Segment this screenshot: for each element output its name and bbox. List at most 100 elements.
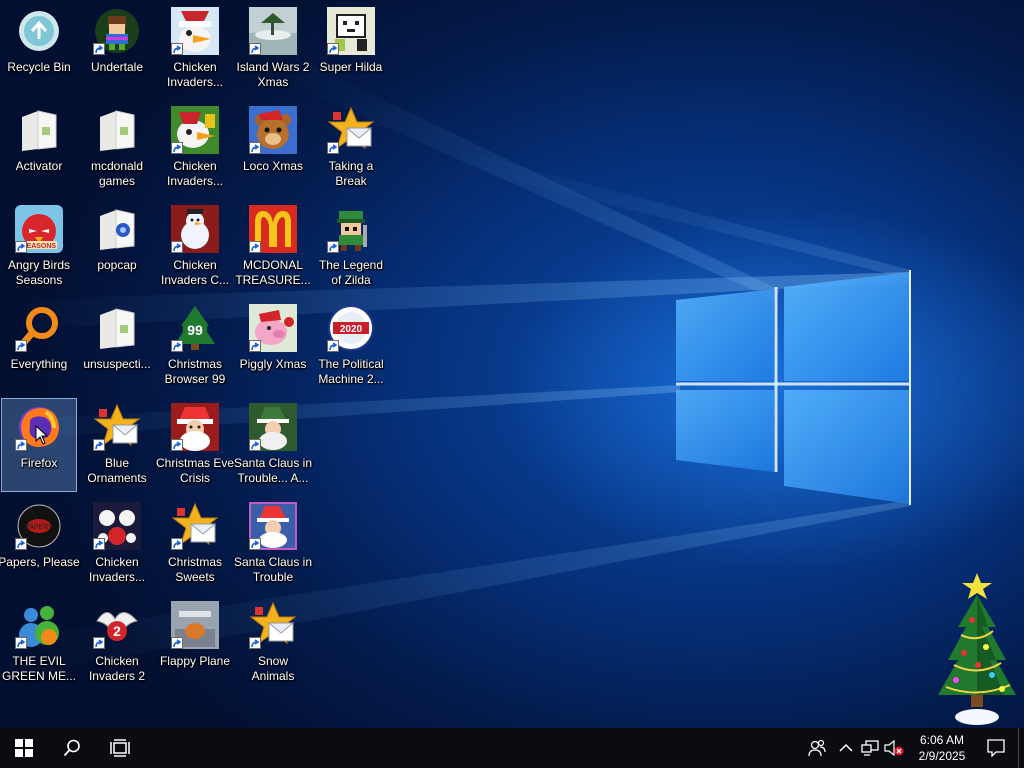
desktop-icon-evil-green-me[interactable]: THE EVIL GREEN ME... <box>1 596 77 690</box>
shortcut-arrow-icon <box>171 538 183 550</box>
shortcut-arrow-icon <box>93 43 105 55</box>
desktop-icon-label: Undertale <box>90 60 144 74</box>
svg-text:99: 99 <box>187 322 203 338</box>
desktop-icon-label: MCDONAL TREASURE... <box>235 258 311 287</box>
desktop-icon-christmas-browser-99[interactable]: 99 Christmas Browser 99 <box>157 299 233 393</box>
shortcut-arrow-icon <box>249 241 261 253</box>
desktop-icon-chicken-invaders-1[interactable]: Chicken Invaders... <box>157 2 233 96</box>
desktop-icon-label: mcdonald games <box>90 159 144 188</box>
pig-icon <box>249 304 297 352</box>
desktop-icon-label: Papers, Please <box>0 555 80 569</box>
desktop-icon-label: Firefox <box>20 456 58 470</box>
desktop-icon-santa-claus-trouble[interactable]: Santa Claus in Trouble <box>234 497 312 591</box>
folderblue-icon <box>93 205 141 253</box>
desktop-icon-everything[interactable]: Everything <box>1 299 77 393</box>
desktop-icon-christmas-eve-crisis[interactable]: Christmas Eve Crisis <box>156 398 234 492</box>
start-button[interactable] <box>0 728 48 768</box>
desktop-icon-papers-please[interactable]: PAPERS Papers, Please <box>0 497 80 591</box>
recycle-icon <box>15 7 63 55</box>
desktop-icon-area: Recycle Bin Undertale Chicken Invaders... I… <box>0 0 1024 728</box>
desktop-icon-blue-ornaments[interactable]: Blue Ornaments <box>79 398 155 492</box>
desktop-icon-political-machine[interactable]: 2020 The Political Machine 2... <box>313 299 389 393</box>
desktop-icon-unsuspecti[interactable]: unsuspecti... <box>79 299 155 393</box>
shortcut-arrow-icon <box>15 637 27 649</box>
desktop-icon-loco-xmas[interactable]: Loco Xmas <box>235 101 311 195</box>
show-hidden-icons-button[interactable] <box>834 728 858 768</box>
clock[interactable]: 6:06 AM 2/9/2025 <box>912 728 972 768</box>
desktop-icon-activator[interactable]: Activator <box>1 101 77 195</box>
desktop-icon-taking-a-break[interactable]: Taking a Break <box>313 101 389 195</box>
show-desktop-button[interactable] <box>1018 728 1024 768</box>
desktop-icon-label: Everything <box>10 357 68 371</box>
desktop-icon-christmas-sweets[interactable]: Christmas Sweets <box>157 497 233 591</box>
desktop-icon-santa-claus-trouble-a[interactable]: Santa Claus in Trouble... A... <box>233 398 313 492</box>
desktop-icon-chicken-invaders-2nd[interactable]: Chicken Invaders... <box>157 101 233 195</box>
shortcut-arrow-icon <box>327 142 339 154</box>
desktop-icon-label: Piggly Xmas <box>239 357 307 371</box>
desktop-icon-undertale[interactable]: Undertale <box>79 2 155 96</box>
desktop-icon-popcap[interactable]: popcap <box>79 200 155 294</box>
svg-text:2020: 2020 <box>340 324 363 335</box>
desktop-icon-label: unsuspecti... <box>83 357 151 371</box>
desktop-icon-angry-birds-seasons[interactable]: SEASONS Angry Birds Seasons <box>1 200 77 294</box>
chickenwing-icon: 2 <box>93 601 141 649</box>
network-button[interactable] <box>858 728 882 768</box>
folder-icon <box>15 106 63 154</box>
desktop-icon-label: The Legend of Zilda <box>318 258 384 287</box>
clock-date: 2/9/2025 <box>918 749 966 763</box>
volume-muted-icon <box>884 740 904 756</box>
popcap-icon <box>327 106 375 154</box>
people-button[interactable] <box>800 728 834 768</box>
mcd-icon <box>249 205 297 253</box>
chicken2-icon <box>171 106 219 154</box>
desktop-icon-label: THE EVIL GREEN ME... <box>1 654 76 683</box>
shortcut-arrow-icon <box>171 439 183 451</box>
shortcut-arrow-icon <box>15 241 27 253</box>
task-view-button[interactable] <box>96 728 144 768</box>
desktop-icon-label: Christmas Sweets <box>167 555 222 584</box>
desktop-icon-chicken-invaders-2[interactable]: 2 Chicken Invaders 2 <box>79 596 155 690</box>
shortcut-arrow-icon <box>249 538 261 550</box>
desktop-icon-piggly-xmas[interactable]: Piggly Xmas <box>235 299 311 393</box>
desktop-icon-snow-animals[interactable]: Snow Animals <box>235 596 311 690</box>
volume-button[interactable] <box>882 728 906 768</box>
balls-icon <box>93 502 141 550</box>
papers-icon: PAPERS <box>15 502 63 550</box>
desktop-icon-mcdonal-treasure[interactable]: MCDONAL TREASURE... <box>235 200 311 294</box>
flappy-icon <box>171 601 219 649</box>
desktop-icon-super-hilda[interactable]: Super Hilda <box>313 2 389 96</box>
desktop-icon-label: Recycle Bin <box>7 60 71 74</box>
action-center-button[interactable] <box>976 728 1016 768</box>
desktop-icon-label: popcap <box>97 258 137 272</box>
shortcut-arrow-icon <box>93 637 105 649</box>
desktop-icon-label: Chicken Invaders C... <box>160 258 230 287</box>
desktop-icon-flappy-plane[interactable]: Flappy Plane <box>157 596 233 690</box>
desktop-icon-label: Santa Claus in Trouble... A... <box>233 456 313 485</box>
desktop-icon-chicken-invaders-balls[interactable]: Chicken Invaders... <box>79 497 155 591</box>
chevron-up-icon <box>839 743 853 752</box>
desktop-icon-island-wars-2-xmas[interactable]: Island Wars 2 Xmas <box>235 2 311 96</box>
shortcut-arrow-icon <box>15 340 27 352</box>
desktop-icon-chicken-invaders-c[interactable]: Chicken Invaders C... <box>157 200 233 294</box>
shortcut-arrow-icon <box>249 43 261 55</box>
undertale-icon <box>93 7 141 55</box>
desktop-icon-recycle-bin[interactable]: Recycle Bin <box>1 2 77 96</box>
shortcut-arrow-icon <box>15 439 27 451</box>
everything-icon <box>15 304 63 352</box>
search-icon <box>63 739 80 757</box>
people-icon <box>808 739 826 757</box>
island-icon <box>249 7 297 55</box>
desktop-icon-label: Loco Xmas <box>242 159 304 173</box>
shortcut-arrow-icon <box>327 241 339 253</box>
desktop-icon-mcdonald-games[interactable]: mcdonald games <box>79 101 155 195</box>
taskbar: 6:06 AM 2/9/2025 <box>0 728 1024 768</box>
shortcut-arrow-icon <box>171 43 183 55</box>
popcap-icon <box>249 601 297 649</box>
desktop-icon-label: Christmas Browser 99 <box>164 357 226 386</box>
search-button[interactable] <box>48 728 96 768</box>
desktop-icon-firefox[interactable]: Firefox <box>1 398 77 492</box>
desktop-icon-label: Blue Ornaments <box>87 456 147 485</box>
shortcut-arrow-icon <box>249 142 261 154</box>
desktop-icon-legend-of-zilda[interactable]: The Legend of Zilda <box>313 200 389 294</box>
shortcut-arrow-icon <box>327 43 339 55</box>
